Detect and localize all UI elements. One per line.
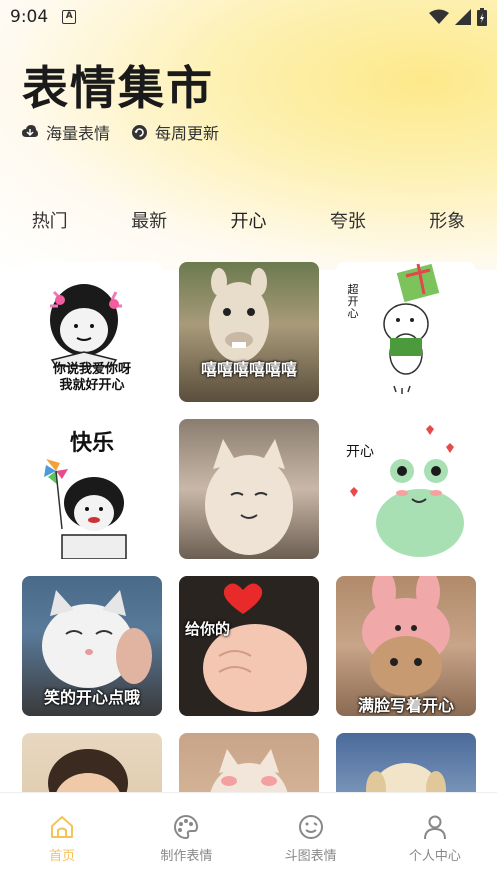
feature-weekly-update: 每周更新: [132, 120, 219, 144]
emoji-icon: [298, 815, 323, 839]
sticker-tile[interactable]: 嘻嘻嘻嘻嘻嘻: [179, 262, 319, 402]
category-tabs: 热门 最新 开心 夸张 形象: [0, 200, 497, 240]
sticker-caption: 开心: [346, 444, 374, 460]
status-bar: 9:04 A: [0, 0, 497, 34]
sticker-image: [205, 439, 293, 555]
nav-home[interactable]: 首页: [12, 813, 112, 864]
sticker-tile[interactable]: 超开心: [336, 262, 476, 402]
feature-massive-stickers: 海量表情: [22, 120, 110, 144]
nav-label: 制作表情: [160, 849, 213, 864]
sticker-tile[interactable]: [179, 733, 319, 792]
nav-make-sticker[interactable]: 制作表情: [136, 813, 236, 864]
sticker-tile[interactable]: [22, 733, 162, 792]
nav-label: 个人中心: [408, 849, 461, 864]
sticker-tile[interactable]: 给你的: [179, 576, 319, 716]
feature-label: 每周更新: [155, 124, 220, 143]
sticker-image: [210, 749, 288, 792]
sticker-caption: 嘻嘻嘻嘻嘻嘻: [200, 360, 297, 379]
sticker-tile[interactable]: 你说我爱你呀 我就好开心: [22, 262, 162, 402]
tab-happy[interactable]: 开心: [224, 203, 273, 237]
home-icon: [51, 816, 74, 838]
sticker-caption: 笑的开心点哦: [43, 688, 140, 707]
sticker-image: [203, 583, 307, 712]
signal-icon: [455, 9, 471, 25]
feature-list: 海量表情 每周更新: [22, 120, 219, 144]
sticker-grid: 你说我爱你呀 我就好开心 嘻嘻嘻嘻嘻嘻 超开心 快乐 开心 笑的开心点哦 给你的…: [22, 262, 477, 792]
sticker-tile[interactable]: 满脸写着开心: [336, 576, 476, 716]
sticker-caption: 给你的: [185, 620, 231, 638]
palette-icon: [174, 814, 199, 840]
sticker-tile[interactable]: [336, 733, 476, 792]
bottom-navigation: 首页 制作表情 斗图表情 个人中心: [0, 792, 497, 883]
cloud-download-icon: [22, 125, 38, 137]
nav-meme-battle[interactable]: 斗图表情: [261, 813, 361, 864]
sticker-caption: 满脸写着开心: [357, 696, 454, 715]
nav-label: 斗图表情: [284, 849, 337, 864]
sticker-image: [366, 763, 446, 792]
nav-label: 首页: [49, 849, 76, 864]
tab-latest[interactable]: 最新: [125, 203, 173, 237]
feature-label: 海量表情: [46, 124, 111, 143]
status-time: 9:04: [10, 7, 49, 27]
sticker-image: [350, 425, 464, 557]
sticker-image: [48, 749, 128, 792]
sticker-tile[interactable]: 快乐: [22, 419, 162, 559]
sticker-tile[interactable]: 开心: [336, 419, 476, 559]
sticker-image: [209, 268, 269, 362]
nav-profile[interactable]: 个人中心: [385, 813, 485, 864]
sticker-tile[interactable]: [179, 419, 319, 559]
tab-hot[interactable]: 热门: [26, 203, 74, 237]
sticker-tile[interactable]: 笑的开心点哦: [22, 576, 162, 716]
battery-icon: [477, 8, 487, 26]
person-icon: [423, 815, 446, 840]
refresh-icon: [132, 124, 148, 140]
wifi-icon: [429, 9, 449, 24]
tab-exaggerated[interactable]: 夸张: [324, 203, 372, 237]
sticker-caption: 你说我爱你呀 我就好开心: [52, 362, 131, 393]
notification-icon: A: [62, 10, 77, 24]
sticker-caption: 快乐: [69, 431, 114, 456]
app-title: 表情集市: [22, 61, 214, 115]
status-icons: [429, 8, 487, 26]
tab-image[interactable]: 形象: [423, 203, 471, 237]
sticker-caption: 超开心: [347, 283, 359, 320]
